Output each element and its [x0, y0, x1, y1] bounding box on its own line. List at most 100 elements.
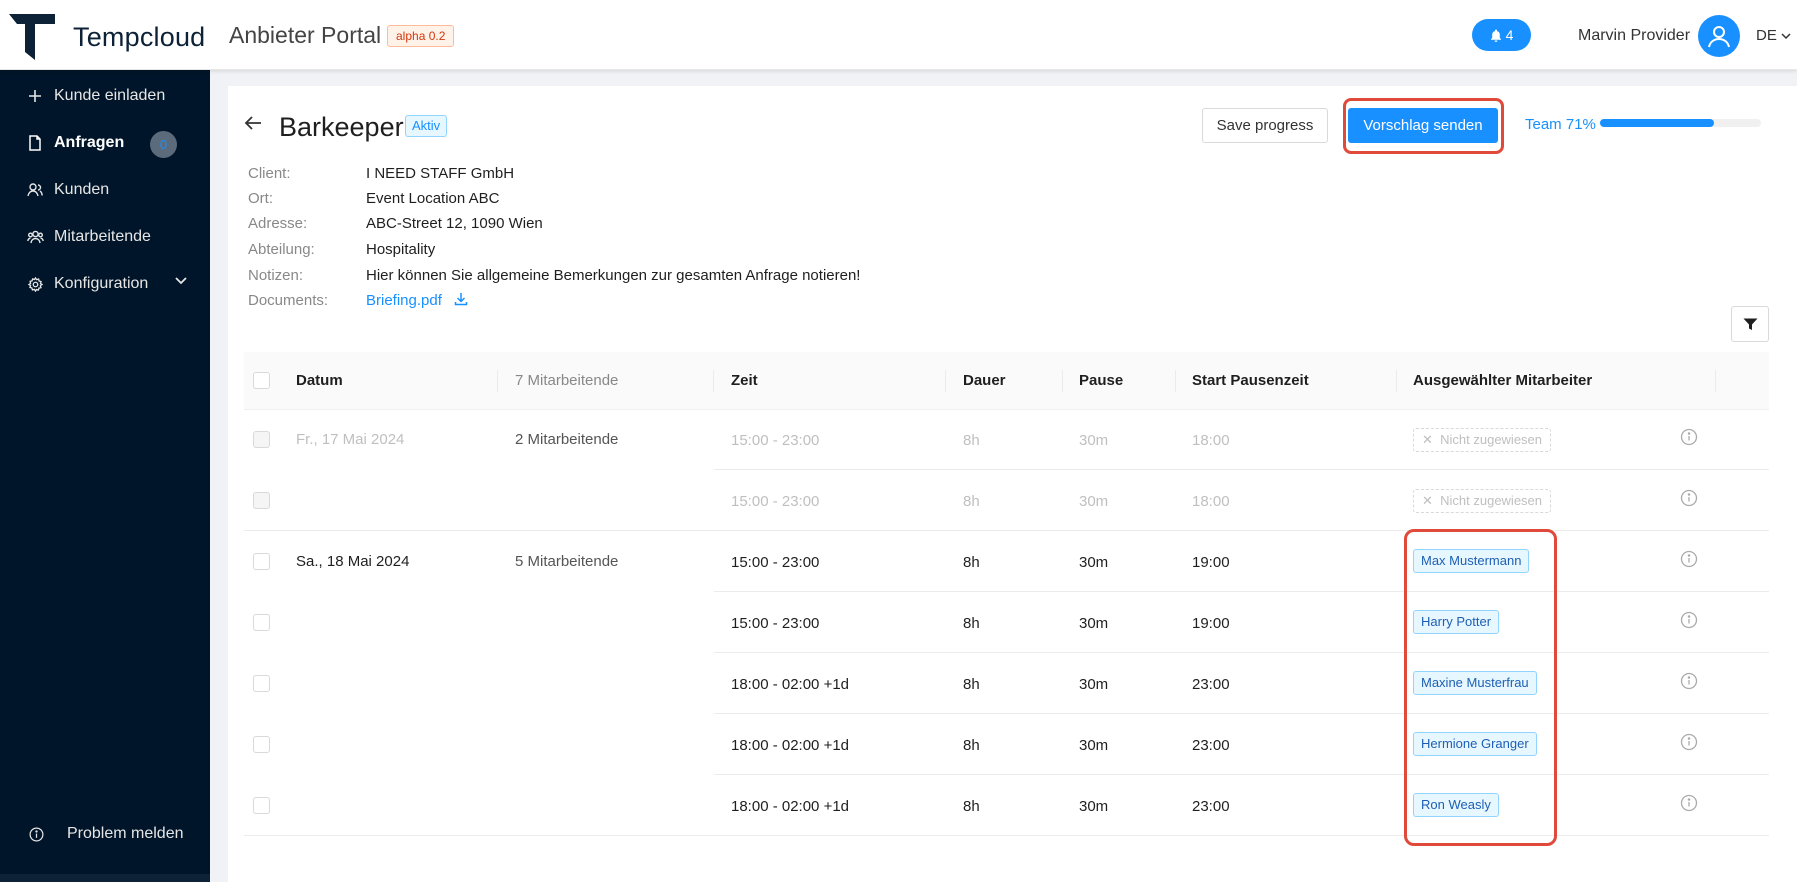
team-progress-bar	[1600, 119, 1761, 127]
col-dauer: Dauer	[963, 372, 1006, 389]
adresse-value: ABC-Street 12, 1090 Wien	[366, 215, 543, 232]
user-icon	[1708, 26, 1730, 48]
cell-pause: 30m	[1079, 432, 1109, 449]
bell-icon	[1490, 29, 1501, 42]
cell-zeit: 18:00 - 02:00 +1d	[731, 676, 850, 693]
row-checkbox[interactable]	[253, 736, 270, 753]
col-datum: Datum	[296, 372, 343, 389]
cell-pause: 30m	[1079, 676, 1109, 693]
sidebar-item-konfiguration[interactable]: Konfiguration	[0, 264, 210, 304]
row-checkbox[interactable]	[253, 431, 270, 448]
sidebar-item-mitarbeitende[interactable]: Mitarbeitende	[0, 217, 210, 257]
info-icon[interactable]	[1680, 550, 1698, 568]
chevron-down-icon	[1781, 33, 1791, 40]
info-icon[interactable]	[1680, 428, 1698, 446]
row-checkbox[interactable]	[253, 614, 270, 631]
col-mitarbeitende: 7 Mitarbeitende	[515, 372, 619, 389]
cell-start-pause: 23:00	[1192, 798, 1230, 815]
problem-melden-label: Problem melden	[67, 825, 184, 842]
portal-name: Anbieter Portal	[229, 22, 382, 48]
info-icon[interactable]	[1680, 611, 1698, 629]
info-icon[interactable]	[1680, 733, 1698, 751]
row-divider	[714, 469, 1769, 470]
sidebar-item-kunde-einladen[interactable]: Kunde einladen	[0, 76, 210, 116]
col-zeit: Zeit	[731, 372, 758, 389]
row-checkbox[interactable]	[253, 797, 270, 814]
document-name[interactable]: Briefing.pdf	[366, 292, 442, 309]
cell-pause: 30m	[1079, 493, 1109, 510]
filter-button[interactable]	[1731, 306, 1769, 342]
sidebar-footer	[0, 874, 210, 882]
client-value: I NEED STAFF GmbH	[366, 165, 515, 182]
cell-start-pause: 18:00	[1192, 493, 1230, 510]
notifications-button[interactable]: 4	[1472, 19, 1531, 51]
plus-icon	[26, 87, 44, 105]
cell-dauer: 8h	[963, 493, 980, 510]
download-icon[interactable]	[454, 292, 468, 306]
sidebar-item-kunden[interactable]: Kunden	[0, 170, 210, 210]
column-divider	[1062, 370, 1063, 392]
sidebar-item-anfragen[interactable]: Anfragen 0	[0, 123, 210, 163]
column-divider	[1175, 370, 1176, 392]
top-header: Tempcloud Anbieter Portal alpha 0.2 4 Ma…	[0, 0, 1797, 70]
column-divider	[1396, 370, 1397, 392]
info-label: Client:	[248, 165, 291, 182]
cell-dauer: 8h	[963, 737, 980, 754]
cell-zeit: 15:00 - 23:00	[731, 432, 820, 449]
unassigned-tag[interactable]: ✕ Nicht zugewiesen	[1413, 489, 1552, 513]
col-start-pausenzeit: Start Pausenzeit	[1192, 372, 1309, 389]
cell-zeit: 15:00 - 23:00	[731, 615, 820, 632]
send-button-highlight	[1343, 98, 1504, 154]
info-icon[interactable]	[1680, 794, 1698, 812]
unassigned-tag[interactable]: ✕ Nicht zugewiesen	[1413, 428, 1552, 452]
column-divider	[497, 370, 498, 392]
info-icon	[27, 825, 45, 843]
info-icon[interactable]	[1680, 489, 1698, 507]
cell-zeit: 15:00 - 23:00	[731, 554, 820, 571]
brand-name[interactable]: Tempcloud	[73, 22, 205, 53]
row-checkbox[interactable]	[253, 675, 270, 692]
version-badge: alpha 0.2	[387, 25, 455, 47]
sidebar: Kunde einladen Anfragen 0 Kunden Mitarbe…	[0, 70, 210, 882]
cell-zeit: 18:00 - 02:00 +1d	[731, 737, 850, 754]
sidebar-item-label: Kunde einladen	[54, 87, 166, 104]
filter-icon	[1743, 318, 1757, 330]
cell-start-pause: 19:00	[1192, 615, 1230, 632]
info-label: Abteilung:	[248, 241, 315, 258]
user-name[interactable]: Marvin Provider	[1578, 27, 1690, 45]
sidebar-item-label: Kunden	[54, 181, 110, 198]
group-count: 2 Mitarbeitende	[515, 431, 619, 448]
abteilung-value: Hospitality	[366, 241, 436, 258]
column-divider	[713, 370, 714, 392]
table-header: Datum 7 Mitarbeitende Zeit Dauer Pause S…	[244, 352, 1769, 410]
document-link[interactable]: Briefing.pdf	[366, 292, 468, 309]
document-icon	[26, 134, 44, 152]
cell-pause: 30m	[1079, 615, 1109, 632]
back-arrow-icon[interactable]	[244, 115, 262, 131]
ort-value: Event Location ABC	[366, 190, 500, 207]
info-label: Ort:	[248, 190, 273, 207]
save-progress-button[interactable]: Save progress	[1202, 108, 1328, 143]
cell-pause: 30m	[1079, 798, 1109, 815]
info-icon[interactable]	[1680, 672, 1698, 690]
sidebar-item-label: Anfragen	[54, 134, 125, 151]
row-checkbox[interactable]	[253, 492, 270, 509]
cell-dauer: 8h	[963, 432, 980, 449]
anfragen-count-badge: 0	[150, 131, 177, 158]
group-date: Sa., 18 Mai 2024	[296, 553, 410, 570]
column-divider	[945, 370, 946, 392]
language-select[interactable]: DE	[1756, 27, 1791, 44]
tempcloud-logo-icon[interactable]	[9, 14, 55, 60]
info-label: Notizen:	[248, 267, 304, 284]
avatar[interactable]	[1698, 15, 1740, 57]
row-divider	[714, 774, 1769, 775]
info-label: Documents:	[248, 292, 329, 309]
cell-start-pause: 19:00	[1192, 554, 1230, 571]
row-divider	[714, 652, 1769, 653]
column-divider	[1715, 370, 1716, 392]
row-checkbox[interactable]	[253, 553, 270, 570]
cell-start-pause: 23:00	[1192, 676, 1230, 693]
select-all-checkbox[interactable]	[253, 372, 270, 389]
info-label: Adresse:	[248, 215, 308, 232]
problem-melden-button[interactable]: Problem melden	[0, 814, 210, 854]
